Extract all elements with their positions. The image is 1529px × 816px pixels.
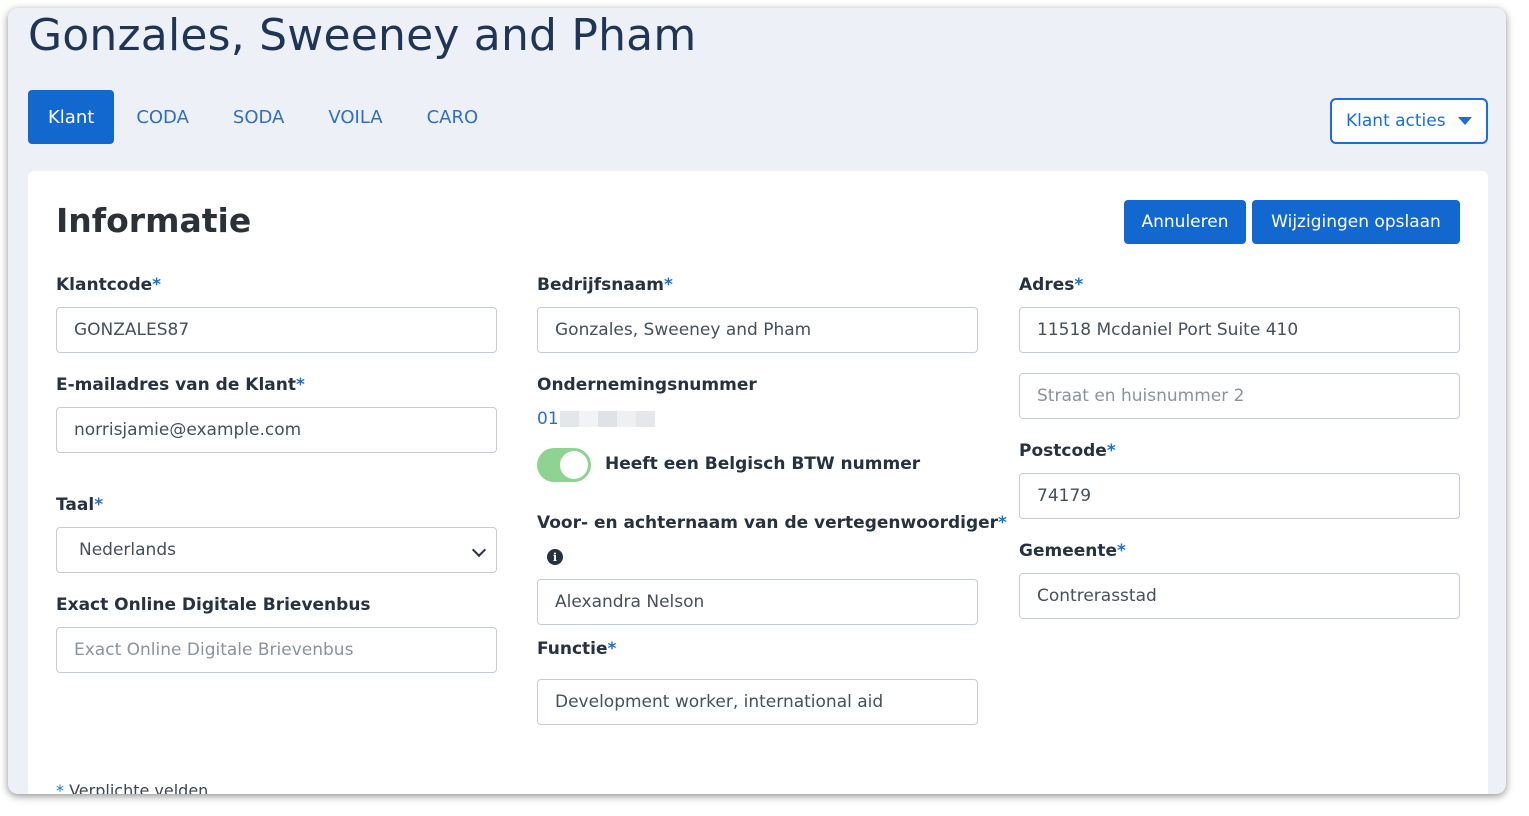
toggle-knob — [560, 451, 588, 479]
tab-coda[interactable]: CODA — [114, 90, 211, 144]
client-code-label: Klantcode* — [56, 275, 162, 295]
enterprise-number-redacted — [560, 411, 655, 427]
address-line2-input[interactable]: Straat en huisnummer 2 — [1019, 373, 1460, 419]
postcode-label: Postcode* — [1019, 441, 1116, 461]
company-name-input[interactable]: Gonzales, Sweeney and Pham — [537, 307, 978, 353]
postcode-input[interactable]: 74179 — [1019, 473, 1460, 519]
language-label: Taal* — [56, 495, 104, 515]
tab-soda[interactable]: SODA — [211, 90, 306, 144]
client-actions-dropdown[interactable]: Klant acties — [1330, 98, 1488, 144]
enterprise-number-label: Ondernemingsnummer — [537, 375, 757, 395]
address-label: Adres* — [1019, 275, 1084, 295]
exact-online-label: Exact Online Digitale Brievenbus — [56, 595, 371, 615]
belgian-vat-toggle[interactable] — [537, 448, 591, 482]
tab-bar: Klant CODA SODA VOILA CARO — [28, 90, 500, 144]
tab-voila[interactable]: VOILA — [306, 90, 404, 144]
app-window: Gonzales, Sweeney and Pham Klant CODA SO… — [8, 8, 1506, 794]
information-card: Informatie Annuleren Wijzigingen opslaan… — [28, 171, 1488, 794]
address-line1-input[interactable]: 11518 Mcdaniel Port Suite 410 — [1019, 307, 1460, 353]
function-input[interactable]: Development worker, international aid — [537, 679, 978, 725]
chevron-down-icon — [471, 542, 487, 558]
city-label: Gemeente* — [1019, 541, 1126, 561]
cancel-button[interactable]: Annuleren — [1124, 200, 1246, 244]
function-label: Functie* — [537, 639, 617, 659]
city-input[interactable]: Contrerasstad — [1019, 573, 1460, 619]
caret-down-icon — [1458, 117, 1472, 125]
enterprise-number-value: 01 — [537, 409, 559, 429]
info-icon[interactable]: i — [547, 549, 563, 565]
company-name-label: Bedrijfsnaam* — [537, 275, 673, 295]
representative-label: Voor- en achternaam van de vertegenwoord… — [537, 513, 1007, 533]
email-label: E-mailadres van de Klant* — [56, 375, 305, 395]
save-button[interactable]: Wijzigingen opslaan — [1252, 200, 1460, 244]
exact-online-input[interactable]: Exact Online Digitale Brievenbus — [56, 627, 497, 673]
email-input[interactable]: norrisjamie@example.com — [56, 407, 497, 453]
card-title: Informatie — [56, 201, 252, 240]
required-fields-note: * Verplichte velden. — [56, 781, 214, 794]
belgian-vat-label: Heeft een Belgisch BTW nummer — [605, 454, 921, 474]
tab-caro[interactable]: CARO — [405, 90, 501, 144]
tab-klant[interactable]: Klant — [28, 90, 115, 144]
language-selected-value: Nederlands — [79, 540, 176, 560]
client-code-input[interactable]: GONZALES87 — [56, 307, 497, 353]
representative-input[interactable]: Alexandra Nelson — [537, 579, 978, 625]
client-actions-label: Klant acties — [1346, 111, 1446, 131]
page-title: Gonzales, Sweeney and Pham — [28, 10, 697, 61]
language-select[interactable]: Nederlands — [56, 527, 497, 573]
